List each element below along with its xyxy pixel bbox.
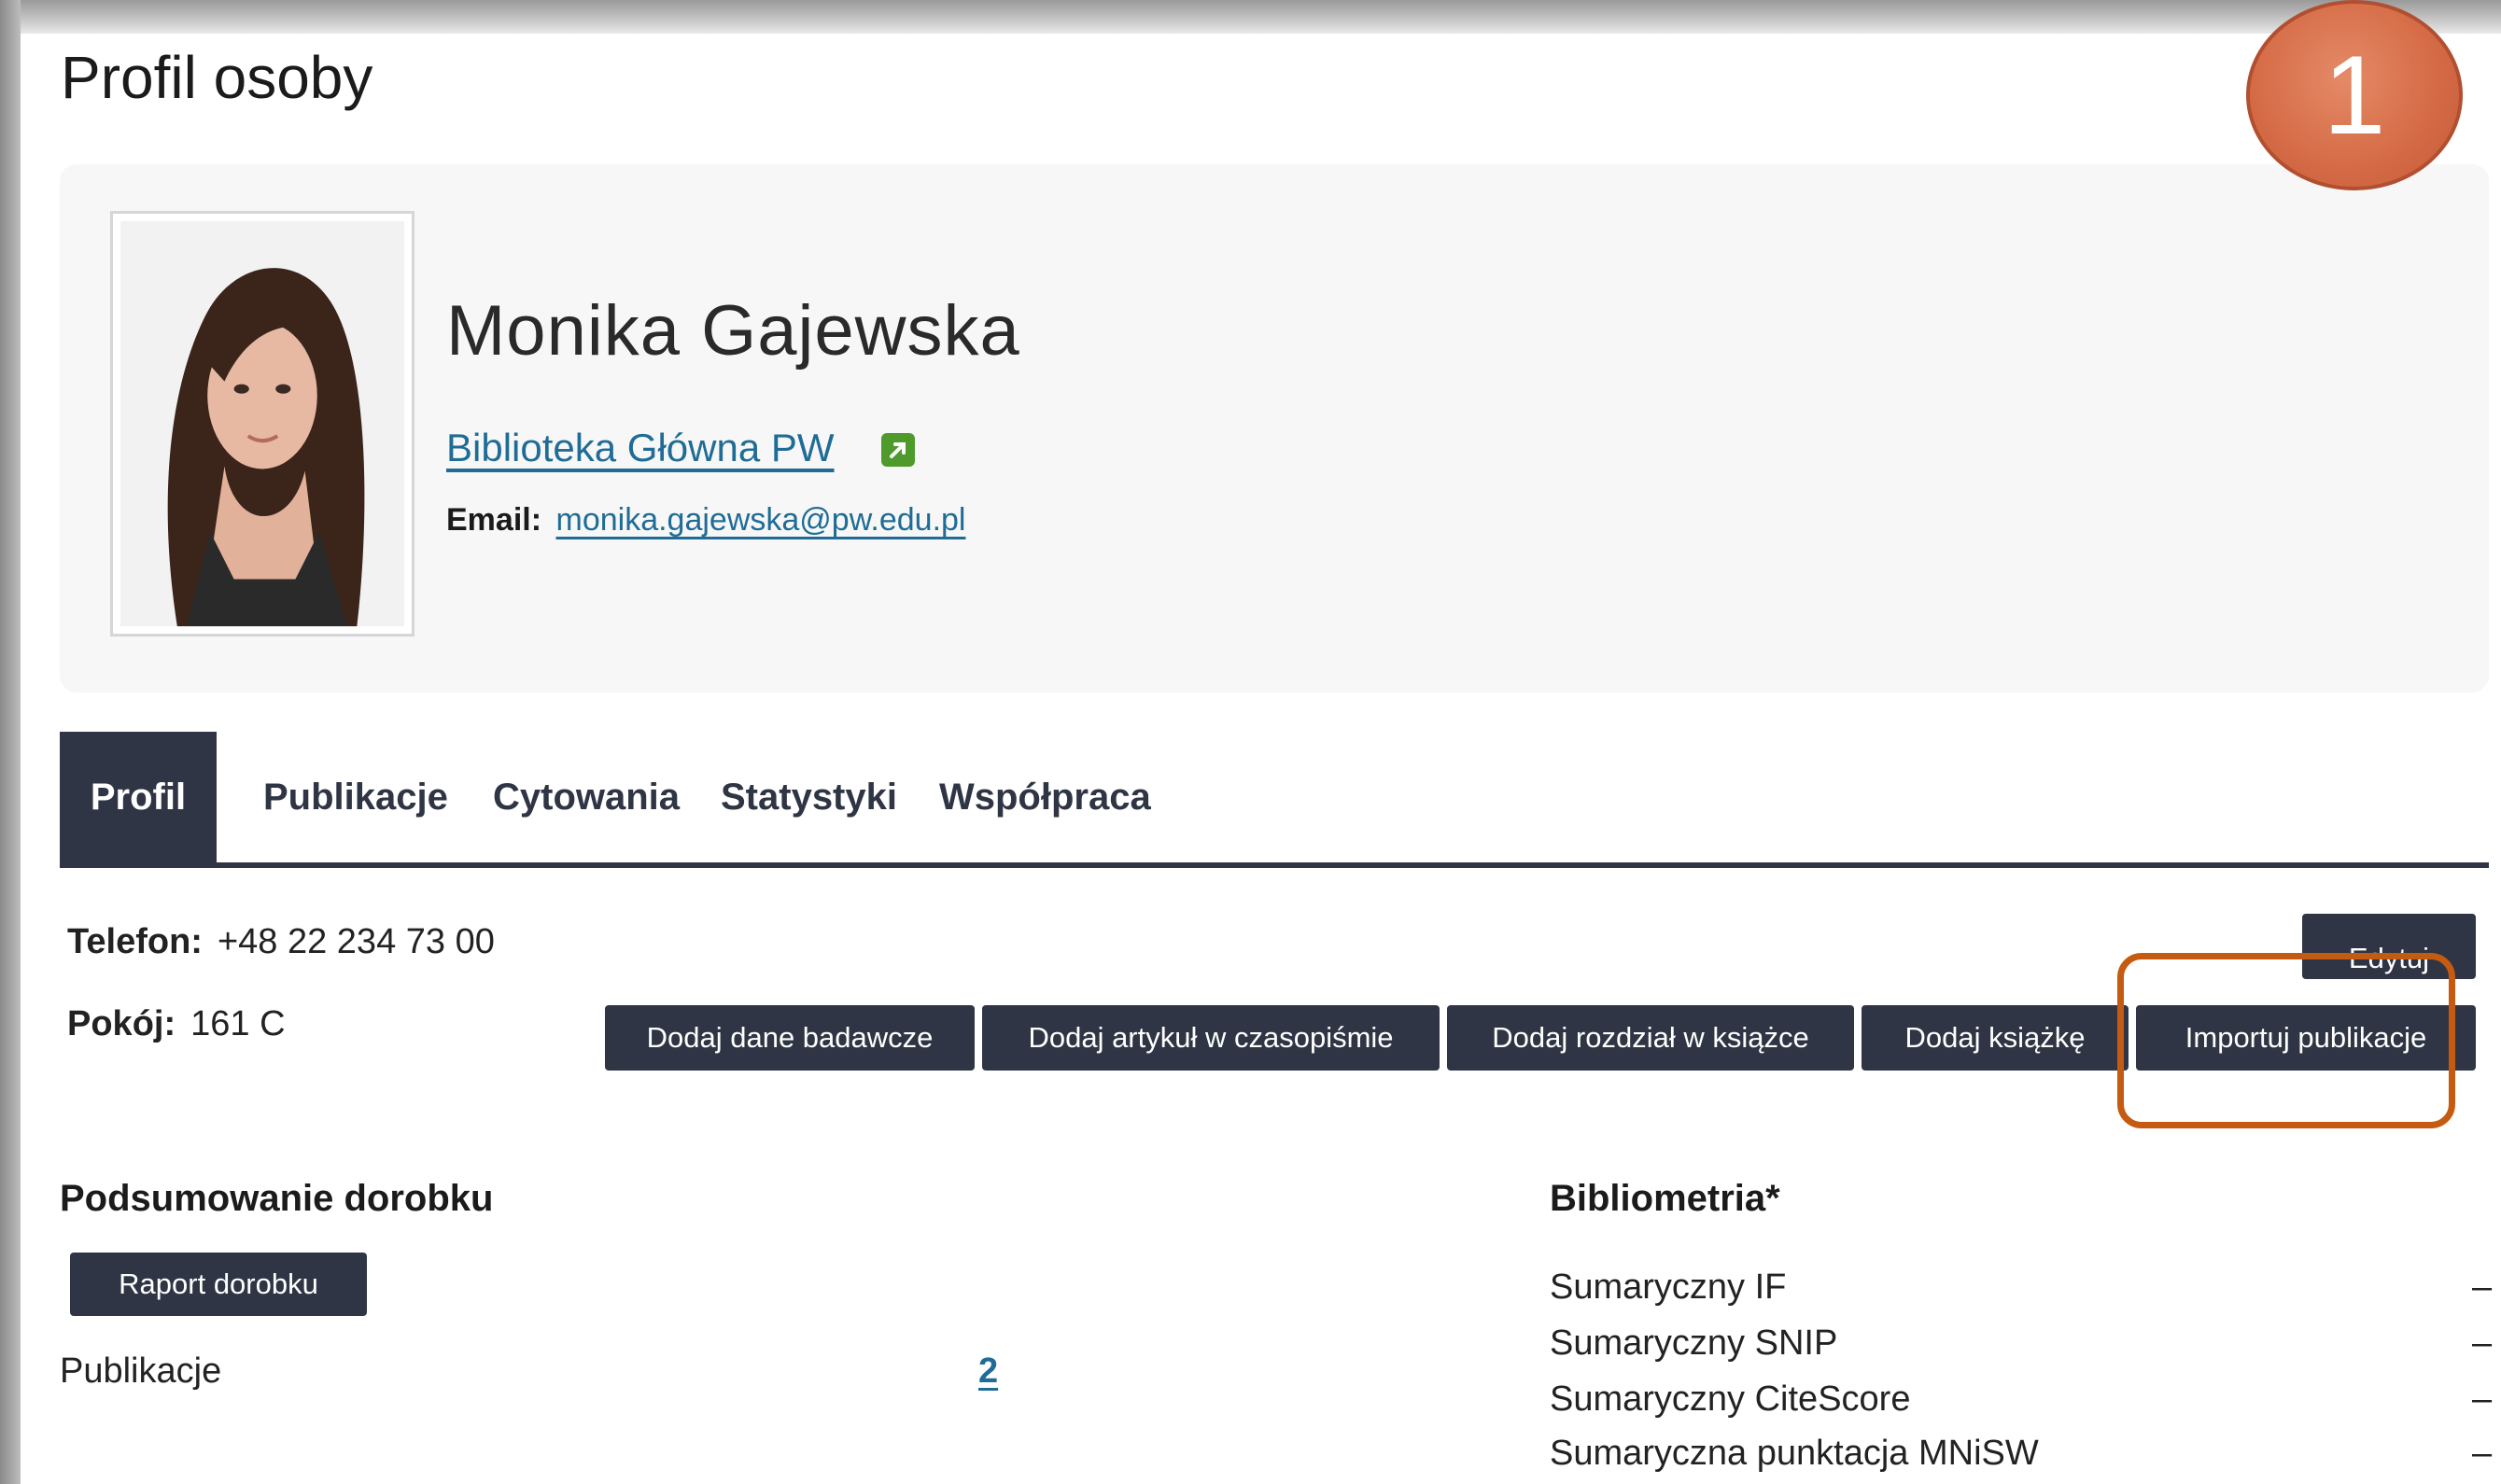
bibliometrics-row-value: –	[2472, 1379, 2493, 1419]
tab-wspolpraca[interactable]: Współpraca	[939, 732, 1151, 862]
room-value: 161 C	[190, 1004, 286, 1043]
publications-count-link[interactable]: 2	[978, 1351, 998, 1392]
add-book-button[interactable]: Dodaj książkę	[1862, 1005, 2129, 1071]
profile-card	[60, 164, 2489, 693]
tab-statystyki[interactable]: Statystyki	[721, 732, 897, 862]
person-portrait-image	[120, 221, 404, 626]
bibliometrics-row-value: –	[2472, 1434, 2493, 1473]
add-article-button[interactable]: Dodaj artykuł w czasopiśmie	[982, 1005, 1440, 1071]
phone-value: +48 22 234 73 00	[217, 922, 495, 961]
bibliometrics-row-value: –	[2472, 1267, 2493, 1307]
summary-title: Podsumowanie dorobku	[60, 1178, 494, 1219]
phone-label: Telefon:	[67, 922, 203, 961]
person-name: Monika Gajewska	[446, 291, 1020, 371]
unit-link[interactable]: Biblioteka Główna PW	[446, 426, 835, 470]
step-number-badge: 1	[2246, 0, 2463, 190]
bibliometrics-row-label: Sumaryczny CiteScore	[1550, 1379, 1911, 1419]
email-label: Email:	[446, 502, 542, 538]
tab-publikacje[interactable]: Publikacje	[263, 732, 448, 862]
publications-label: Publikacje	[60, 1351, 222, 1391]
page: Profil osoby Monika Gajewska Biblioteka …	[21, 34, 2501, 1484]
page-title: Profil osoby	[61, 44, 373, 111]
window-top-border	[0, 0, 2501, 34]
report-button[interactable]: Raport dorobku	[70, 1253, 367, 1316]
profile-photo	[110, 211, 414, 637]
tab-cytowania[interactable]: Cytowania	[493, 732, 680, 862]
external-link-icon[interactable]	[881, 433, 915, 467]
phone-row: Telefon: +48 22 234 73 00	[67, 922, 495, 962]
window-left-border	[0, 0, 21, 1484]
highlight-frame	[2117, 953, 2455, 1128]
email-row: Email: monika.gajewska@pw.edu.pl	[446, 502, 965, 539]
room-row: Pokój: 161 C	[67, 1004, 286, 1044]
profile-tabs: Profil Publikacje Cytowania Statystyki W…	[60, 732, 2489, 868]
bibliometrics-row-label: Sumaryczny IF	[1550, 1267, 1787, 1307]
tab-profil[interactable]: Profil	[60, 732, 217, 862]
bibliometrics-row-label: Sumaryczny SNIP	[1550, 1323, 1838, 1363]
add-research-data-button[interactable]: Dodaj dane badawcze	[605, 1005, 975, 1071]
room-label: Pokój:	[67, 1004, 176, 1043]
bibliometrics-row-label: Sumaryczna punktacja MNiSW	[1550, 1434, 2039, 1473]
bibliometrics-title: Bibliometria*	[1550, 1178, 1780, 1219]
email-link[interactable]: monika.gajewska@pw.edu.pl	[556, 502, 966, 538]
add-chapter-button[interactable]: Dodaj rozdział w książce	[1447, 1005, 1854, 1071]
bibliometrics-row-value: –	[2472, 1323, 2493, 1363]
